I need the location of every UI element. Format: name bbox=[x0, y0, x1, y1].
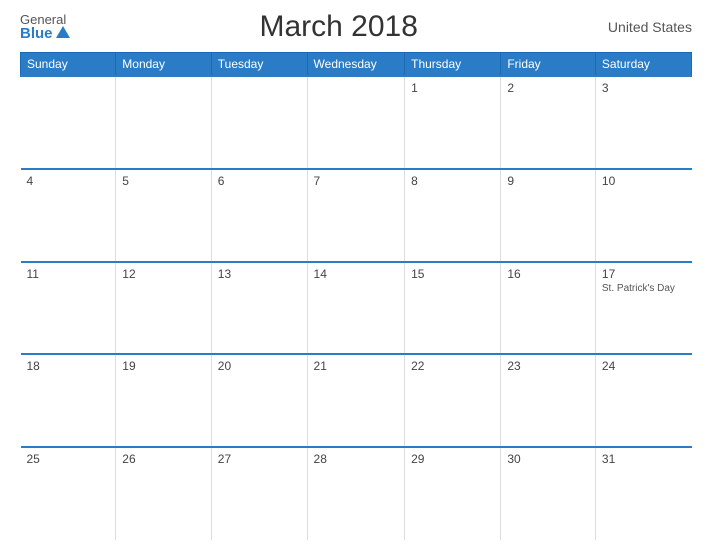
calendar-cell: 19 bbox=[116, 354, 211, 447]
calendar-cell: 14 bbox=[307, 262, 405, 355]
day-number: 2 bbox=[507, 81, 589, 95]
calendar-cell: 4 bbox=[21, 169, 116, 262]
weekday-header-sunday: Sunday bbox=[21, 53, 116, 77]
day-number: 10 bbox=[602, 174, 686, 188]
day-number: 1 bbox=[411, 81, 494, 95]
weekday-header-wednesday: Wednesday bbox=[307, 53, 405, 77]
logo-blue-text: Blue bbox=[20, 26, 53, 41]
day-number: 11 bbox=[27, 267, 110, 281]
day-number: 9 bbox=[507, 174, 589, 188]
calendar-header: General Blue March 2018 United States bbox=[20, 10, 692, 44]
day-number: 19 bbox=[122, 359, 204, 373]
calendar-cell: 17 St. Patrick's Day bbox=[595, 262, 691, 355]
day-number: 4 bbox=[27, 174, 110, 188]
calendar-cell: 12 bbox=[116, 262, 211, 355]
day-number: 28 bbox=[314, 452, 399, 466]
calendar-cell bbox=[307, 76, 405, 169]
calendar-week-row: 11 12 13 14 15 16 17 St. Patrick's Day bbox=[21, 262, 692, 355]
calendar-title: March 2018 bbox=[260, 10, 418, 44]
calendar-table: SundayMondayTuesdayWednesdayThursdayFrid… bbox=[20, 52, 692, 540]
calendar-cell: 6 bbox=[211, 169, 307, 262]
calendar-week-row: 25 26 27 28 29 30 31 bbox=[21, 447, 692, 540]
day-number: 24 bbox=[602, 359, 686, 373]
day-number: 20 bbox=[218, 359, 301, 373]
calendar-cell: 11 bbox=[21, 262, 116, 355]
calendar-week-row: 18 19 20 21 22 23 24 bbox=[21, 354, 692, 447]
calendar-cell bbox=[21, 76, 116, 169]
day-number: 25 bbox=[27, 452, 110, 466]
calendar-cell: 16 bbox=[501, 262, 596, 355]
calendar-cell: 22 bbox=[405, 354, 501, 447]
calendar-cell: 20 bbox=[211, 354, 307, 447]
calendar-cell: 1 bbox=[405, 76, 501, 169]
day-number: 29 bbox=[411, 452, 494, 466]
day-number: 23 bbox=[507, 359, 589, 373]
day-number: 31 bbox=[602, 452, 686, 466]
calendar-cell bbox=[116, 76, 211, 169]
day-number: 18 bbox=[27, 359, 110, 373]
weekday-header-row: SundayMondayTuesdayWednesdayThursdayFrid… bbox=[21, 53, 692, 77]
holiday-name: St. Patrick's Day bbox=[602, 283, 686, 294]
calendar-cell: 2 bbox=[501, 76, 596, 169]
weekday-header-monday: Monday bbox=[116, 53, 211, 77]
calendar-cell: 26 bbox=[116, 447, 211, 540]
calendar-cell: 5 bbox=[116, 169, 211, 262]
calendar-cell: 29 bbox=[405, 447, 501, 540]
weekday-header-tuesday: Tuesday bbox=[211, 53, 307, 77]
calendar-week-row: 456789 10 bbox=[21, 169, 692, 262]
day-number: 21 bbox=[314, 359, 399, 373]
calendar-cell: 31 bbox=[595, 447, 691, 540]
calendar-cell: 27 bbox=[211, 447, 307, 540]
weekday-header-saturday: Saturday bbox=[595, 53, 691, 77]
calendar-cell: 15 bbox=[405, 262, 501, 355]
day-number: 8 bbox=[411, 174, 494, 188]
calendar-cell: 18 bbox=[21, 354, 116, 447]
calendar-cell: 24 bbox=[595, 354, 691, 447]
calendar-cell: 23 bbox=[501, 354, 596, 447]
calendar-cell: 13 bbox=[211, 262, 307, 355]
day-number: 22 bbox=[411, 359, 494, 373]
calendar-cell: 28 bbox=[307, 447, 405, 540]
day-number: 6 bbox=[218, 174, 301, 188]
day-number: 3 bbox=[602, 81, 686, 95]
weekday-header-thursday: Thursday bbox=[405, 53, 501, 77]
calendar-cell bbox=[211, 76, 307, 169]
day-number: 27 bbox=[218, 452, 301, 466]
calendar-cell: 25 bbox=[21, 447, 116, 540]
logo: General Blue bbox=[20, 13, 70, 41]
calendar-cell: 30 bbox=[501, 447, 596, 540]
calendar-cell: 8 bbox=[405, 169, 501, 262]
day-number: 5 bbox=[122, 174, 204, 188]
day-number: 16 bbox=[507, 267, 589, 281]
day-number: 17 bbox=[602, 267, 686, 281]
day-number: 14 bbox=[314, 267, 399, 281]
calendar-cell: 10 bbox=[595, 169, 691, 262]
day-number: 13 bbox=[218, 267, 301, 281]
weekday-header-friday: Friday bbox=[501, 53, 596, 77]
calendar-cell: 7 bbox=[307, 169, 405, 262]
calendar-cell: 9 bbox=[501, 169, 596, 262]
calendar-cell: 3 bbox=[595, 76, 691, 169]
calendar-week-row: 123 bbox=[21, 76, 692, 169]
day-number: 12 bbox=[122, 267, 204, 281]
country-label: United States bbox=[608, 19, 692, 35]
day-number: 30 bbox=[507, 452, 589, 466]
logo-triangle-icon bbox=[56, 26, 70, 38]
calendar-cell: 21 bbox=[307, 354, 405, 447]
day-number: 26 bbox=[122, 452, 204, 466]
day-number: 15 bbox=[411, 267, 494, 281]
day-number: 7 bbox=[314, 174, 399, 188]
